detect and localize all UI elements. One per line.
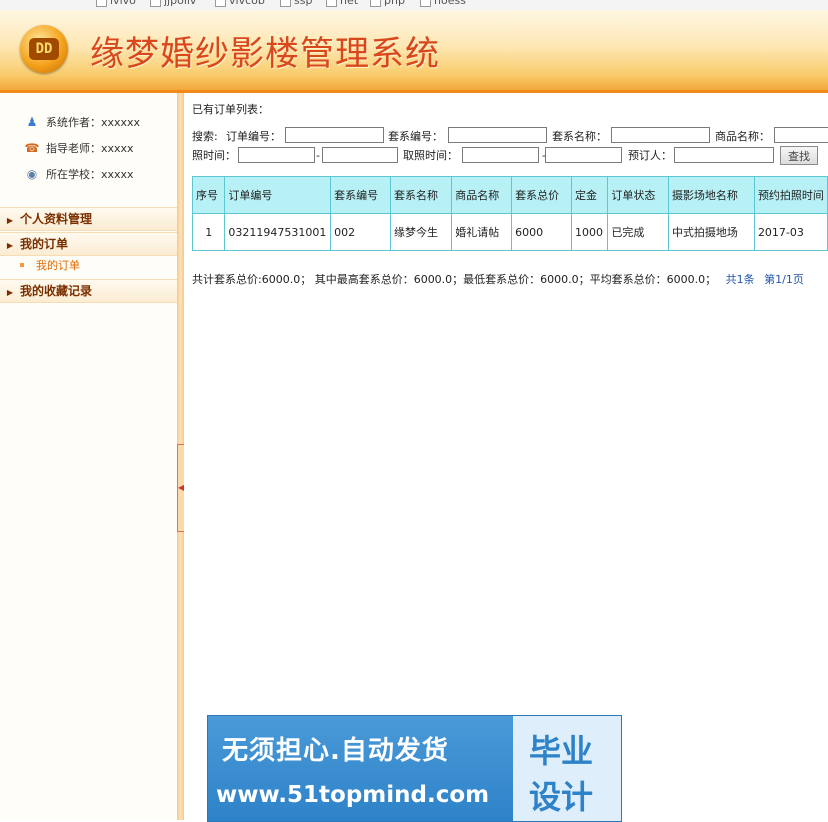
menu-orders-sub[interactable]: 我的订单 xyxy=(0,257,177,275)
table-cell: 002 xyxy=(330,213,391,251)
table-cell: 缘梦今生 xyxy=(389,213,453,251)
table-cell: 1 xyxy=(191,213,226,251)
product-name-input[interactable] xyxy=(774,127,828,143)
table-header-row: 序号 订单编号 套系编号 套系名称 商品名称 套系总价 定金 订单状态 摄影场地… xyxy=(191,176,828,214)
banner-side-line2: 设计 xyxy=(529,778,594,816)
bookmark-label: noess xyxy=(434,0,466,7)
booker-label: 预订人： xyxy=(628,149,672,162)
bookmark-label: vivcob xyxy=(229,0,265,7)
booker-input[interactable] xyxy=(674,147,774,163)
menu-profile-label: 个人资料管理 xyxy=(20,212,93,226)
column-header: 套系总价 xyxy=(511,176,572,214)
table-row[interactable]: 1 03211947531001 002 缘梦今生 婚礼请帖 6000 1000… xyxy=(191,213,828,251)
package-no-label: 套系编号： xyxy=(388,130,443,143)
search-label: 搜索: xyxy=(192,130,218,143)
bookmark-item[interactable]: jjpoliv xyxy=(150,0,196,7)
menu-profile[interactable]: ▶ 个人资料管理 xyxy=(0,207,177,231)
phone-icon: ☎ xyxy=(24,141,40,155)
sidebar: ♟ 系统作者：xxxxxx ☎ 指导老师：xxxxx ◉ 所在学校：xxxxx ▶ 个人… xyxy=(0,93,178,820)
table-cell: 中式拍摄地场 xyxy=(667,213,755,251)
menu-favorites[interactable]: ▶ 我的收藏记录 xyxy=(0,279,177,303)
pickup-time-label: 取照时间： xyxy=(403,149,458,162)
shoot-time-label: 照时间： xyxy=(192,149,236,162)
teacher-label: 指导老师：xxxxx xyxy=(46,142,134,155)
orders-table: 序号 订单编号 套系编号 套系名称 商品名称 套系总价 定金 订单状态 摄影场地… xyxy=(191,176,828,251)
date-range-dash: - xyxy=(316,149,320,162)
bullet-icon xyxy=(20,263,24,267)
table-cell: 婚礼请帖 xyxy=(451,213,513,251)
column-header: 订单状态 xyxy=(607,176,669,214)
bookmark-label: ssp xyxy=(294,0,313,7)
column-header: 商品名称 xyxy=(451,176,513,214)
banner-side-line1: 毕业 xyxy=(529,732,594,770)
column-header: 预约拍照时间 xyxy=(753,176,828,214)
school-icon: ◉ xyxy=(26,167,38,181)
banner-url: www.51topmind.com xyxy=(216,782,490,808)
page-indicator-link[interactable]: 第1/1页 xyxy=(764,273,804,286)
shoot-time-end-input[interactable] xyxy=(322,147,398,163)
summary-text: 共计套系总价:6000.0； 其中最高套系总价：6000.0；最低套系总价：60… xyxy=(192,273,717,286)
package-name-label: 套系名称： xyxy=(552,130,607,143)
bookmark-label: ivivo xyxy=(110,0,136,7)
order-list-title: 已有订单列表： xyxy=(192,103,269,116)
record-count-link[interactable]: 共1条 xyxy=(726,273,755,286)
menu-orders-sub-label: 我的订单 xyxy=(36,259,80,272)
column-header: 序号 xyxy=(191,176,226,214)
bookmark-label: net xyxy=(340,0,359,7)
column-header: 套系编号 xyxy=(330,176,391,214)
column-header: 订单编号 xyxy=(224,176,332,214)
main-content: 已有订单列表： 搜索: 订单编号： 套系编号： 套系名称： 商品名称： 照时间：… xyxy=(184,93,828,820)
bookmark-item[interactable]: net xyxy=(326,0,358,7)
column-header: 定金 xyxy=(570,176,609,214)
table-cell: 6000 xyxy=(511,213,572,251)
banner-side-panel: 毕业 设计 xyxy=(513,716,621,821)
pickup-time-end-input[interactable] xyxy=(545,147,622,163)
pickup-time-start-input[interactable] xyxy=(462,147,539,163)
menu-orders[interactable]: ▶ 我的订单 xyxy=(0,232,177,256)
package-no-input[interactable] xyxy=(448,127,547,143)
logo-icon: DD xyxy=(20,25,68,73)
caret-right-icon: ▶ xyxy=(6,288,14,297)
order-no-input[interactable] xyxy=(285,127,384,143)
shoot-time-start-input[interactable] xyxy=(238,147,315,163)
teacher-info: ☎ 指导老师：xxxxx xyxy=(24,139,134,157)
system-title: 缘梦婚纱影楼管理系统 xyxy=(90,34,440,74)
banner-slogan: 无须担心.自动发货 xyxy=(222,736,449,766)
bookmark-item[interactable]: ivivo xyxy=(96,0,136,7)
bookmark-item[interactable]: ssp xyxy=(280,0,312,7)
table-cell: 已完成 xyxy=(607,213,669,251)
package-name-input[interactable] xyxy=(611,127,710,143)
caret-right-icon: ▶ xyxy=(6,216,14,225)
bookmark-item[interactable]: vivcob xyxy=(215,0,265,7)
table-cell: 1000 xyxy=(570,213,609,251)
author-info: ♟ 系统作者：xxxxxx xyxy=(24,113,140,131)
logo-mark: DD xyxy=(29,38,59,60)
bookmark-label: jjpoliv xyxy=(164,0,197,7)
school-label: 所在学校：xxxxx xyxy=(46,168,134,181)
column-header: 摄影场地名称 xyxy=(667,176,755,214)
bookmark-label: php xyxy=(384,0,405,7)
search-button[interactable]: 查找 xyxy=(780,146,818,165)
product-name-label: 商品名称： xyxy=(715,130,770,143)
table-cell: 2017-03 xyxy=(753,213,828,251)
app-header: DD 缘梦婚纱影楼管理系统 xyxy=(0,10,828,93)
table-cell: 03211947531001 xyxy=(224,213,332,251)
watermark-banner: 无须担心.自动发货 www.51topmind.com 毕业 设计 xyxy=(207,715,622,822)
menu-orders-label: 我的订单 xyxy=(20,237,69,251)
bookmark-item[interactable]: noess xyxy=(420,0,466,7)
order-no-label: 订单编号： xyxy=(226,130,281,143)
caret-right-icon: ▶ xyxy=(6,241,14,250)
users-icon: ♟ xyxy=(26,115,38,129)
bookmark-item[interactable]: php xyxy=(370,0,405,7)
column-header: 套系名称 xyxy=(389,176,453,214)
author-label: 系统作者：xxxxxx xyxy=(46,116,141,129)
school-info: ◉ 所在学校：xxxxx xyxy=(24,165,134,183)
order-summary: 共计套系总价:6000.0； 其中最高套系总价：6000.0；最低套系总价：60… xyxy=(192,271,804,287)
menu-favorites-label: 我的收藏记录 xyxy=(20,284,93,298)
